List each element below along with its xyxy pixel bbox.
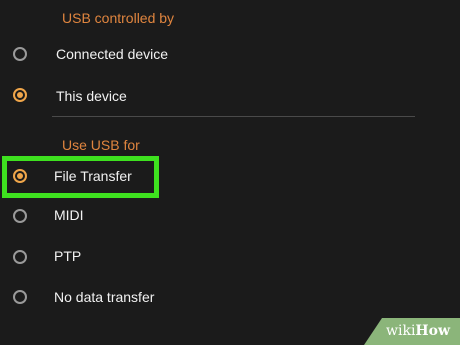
option-label: This device [56, 88, 127, 104]
usb-controlled-by-title: USB controlled by [62, 10, 175, 26]
radio-option-midi[interactable]: MIDI [0, 201, 460, 231]
radio-option-this-device[interactable]: This device [0, 80, 460, 110]
option-label: No data transfer [54, 289, 155, 305]
radio-option-connected-device[interactable]: Connected device [0, 39, 460, 69]
radio-button[interactable] [13, 209, 27, 223]
watermark-prefix: wiki [386, 323, 416, 339]
option-label: Connected device [56, 46, 169, 62]
radio-option-file-transfer[interactable]: File Transfer [0, 161, 460, 191]
radio-option-no-data-transfer[interactable]: No data transfer [0, 282, 460, 312]
divider [52, 116, 415, 117]
radio-button[interactable] [13, 47, 27, 61]
option-label: File Transfer [54, 168, 132, 184]
radio-button[interactable] [13, 290, 27, 304]
watermark-suffix: How [415, 323, 451, 339]
radio-button[interactable] [13, 88, 27, 102]
option-label: PTP [54, 248, 82, 264]
use-usb-for-title: Use USB for [62, 137, 140, 153]
radio-button[interactable] [13, 250, 27, 264]
radio-option-ptp[interactable]: PTP [0, 242, 460, 272]
wikihow-watermark: wikiHow [364, 318, 460, 345]
radio-button[interactable] [13, 169, 27, 183]
option-label: MIDI [54, 207, 84, 223]
